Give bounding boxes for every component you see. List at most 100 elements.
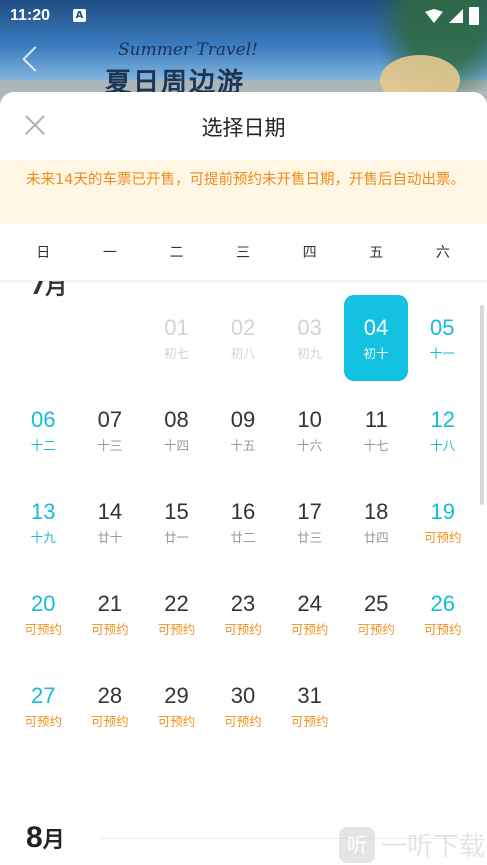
signal-icon bbox=[449, 9, 463, 23]
watermark: 听 一听下载 bbox=[338, 826, 485, 863]
day-subtext: 可预约 bbox=[224, 714, 262, 729]
day-subtext: 廿十 bbox=[97, 530, 123, 545]
calendar-day[interactable]: 15 廿一 bbox=[143, 479, 210, 567]
day-subtext: 十二 bbox=[30, 438, 56, 453]
day-number: 28 bbox=[97, 683, 123, 708]
day-number: 18 bbox=[363, 499, 389, 524]
calendar-day[interactable]: 29 可预约 bbox=[143, 663, 210, 751]
status-time: 11:20 bbox=[10, 7, 51, 24]
day-subtext: 可预约 bbox=[24, 622, 63, 637]
day-number: 10 bbox=[297, 407, 322, 432]
calendar-day[interactable]: 09 十五 bbox=[210, 387, 277, 475]
day-number: 29 bbox=[164, 683, 189, 708]
calendar-day[interactable]: 11 十七 bbox=[343, 387, 410, 475]
calendar-day[interactable]: 12 十八 bbox=[409, 387, 476, 475]
status-bar: 11:20 A bbox=[0, 0, 487, 32]
calendar-day[interactable]: 24 可预约 bbox=[276, 571, 343, 659]
calendar-day[interactable]: 26 可预约 bbox=[409, 571, 476, 659]
calendar-week-row: 20 可预约 21 可预约 22 可预约 23 可预约 24 可预约 25 可预约 26 可预约 bbox=[10, 571, 476, 663]
calendar-day[interactable]: 23 可预约 bbox=[210, 571, 277, 659]
day-number: 07 bbox=[97, 407, 123, 432]
calendar-day[interactable]: 28 可预约 bbox=[77, 663, 144, 751]
calendar-scroll[interactable]: 7月 01 初七 02 初八 03 初九 04 初十 05 十一 06 十二 07 十三 08 十四 09 十五 1… bbox=[0, 281, 487, 865]
day-subtext: 十三 bbox=[97, 438, 123, 453]
weekday-label: 四 bbox=[302, 245, 317, 261]
calendar-day[interactable]: 31 可预约 bbox=[276, 663, 343, 751]
calendar-day[interactable]: 06 十二 bbox=[10, 387, 77, 475]
day-subtext: 十六 bbox=[297, 438, 323, 453]
day-subtext: 可预约 bbox=[91, 622, 129, 637]
calendar-day[interactable]: 13 十九 bbox=[10, 479, 77, 567]
day-subtext: 初九 bbox=[297, 346, 323, 361]
weekday-label: 六 bbox=[435, 245, 450, 261]
scrollbar[interactable] bbox=[480, 305, 484, 505]
day-number: 05 bbox=[430, 315, 455, 340]
calendar-day[interactable]: 10 十六 bbox=[276, 387, 343, 475]
sheet-title: 选择日期 bbox=[201, 116, 286, 140]
calendar-day[interactable]: 08 十四 bbox=[143, 387, 210, 475]
day-subtext: 廿四 bbox=[363, 530, 389, 545]
calendar-day[interactable]: 17 廿三 bbox=[276, 479, 343, 567]
calendar-day[interactable]: 18 廿四 bbox=[343, 479, 410, 567]
calendar-week-row: 27 可预约 28 可预约 29 可预约 30 可预约 31 可预约 bbox=[10, 663, 476, 755]
day-number: 23 bbox=[230, 591, 256, 616]
calendar-day[interactable]: 07 十三 bbox=[77, 387, 144, 475]
calendar-day[interactable]: 20 可预约 bbox=[10, 571, 77, 659]
day-number: 13 bbox=[31, 499, 56, 524]
calendar-day[interactable]: 25 可预约 bbox=[343, 571, 410, 659]
day-subtext: 可预约 bbox=[224, 622, 262, 637]
day-number: 09 bbox=[230, 407, 256, 432]
calendar-day: 03 初九 bbox=[276, 295, 343, 383]
day-number: 12 bbox=[430, 407, 455, 432]
calendar-day[interactable]: 14 廿十 bbox=[77, 479, 144, 567]
calendar-day-selected[interactable]: 04 初十 bbox=[343, 295, 408, 381]
day-number: 03 bbox=[297, 315, 322, 340]
calendar-day[interactable]: 16 廿二 bbox=[210, 479, 277, 567]
day-number: 16 bbox=[230, 499, 256, 524]
day-subtext: 廿二 bbox=[230, 530, 256, 545]
day-number: 04 bbox=[363, 315, 389, 340]
calendar-day[interactable]: 27 可预约 bbox=[10, 663, 77, 751]
calendar-empty-cell bbox=[409, 663, 476, 751]
weekday-header: 日一二三四五六 bbox=[0, 224, 487, 281]
calendar-day[interactable]: 30 可预约 bbox=[210, 663, 277, 751]
sheet-header: 选择日期 bbox=[0, 92, 487, 160]
day-subtext: 可预约 bbox=[290, 622, 329, 637]
calendar-day[interactable]: 21 可预约 bbox=[77, 571, 144, 659]
back-chevron-icon[interactable] bbox=[22, 46, 48, 72]
battery-icon bbox=[469, 7, 479, 25]
day-number: 31 bbox=[297, 683, 322, 708]
watermark-logo: 听 bbox=[338, 826, 375, 863]
weekday-label: 三 bbox=[236, 245, 251, 261]
day-number: 26 bbox=[430, 591, 455, 616]
day-number: 08 bbox=[164, 407, 189, 432]
day-subtext: 十五 bbox=[230, 438, 256, 453]
day-number: 11 bbox=[364, 407, 388, 432]
wifi-icon bbox=[425, 9, 443, 23]
day-subtext: 初七 bbox=[163, 346, 189, 361]
next-month-suffix: 月 bbox=[42, 827, 65, 852]
calendar-week-row: 13 十九 14 廿十 15 廿一 16 廿二 17 廿三 18 廿四 19 可预约 bbox=[10, 479, 476, 571]
day-number: 30 bbox=[230, 683, 256, 708]
date-picker-sheet: 选择日期 未来14天的车票已开售，可提前预约未开售日期，开售后自动出票。 日 一 二… bbox=[0, 92, 487, 865]
day-subtext: 可预约 bbox=[424, 530, 462, 545]
calendar-grid: 01 初七 02 初八 03 初九 04 初十 05 十一 06 十二 07 十三 08 十四 09 十五 10 十六… bbox=[10, 295, 476, 755]
calendar-empty-cell bbox=[77, 295, 144, 383]
next-month-number: 8 bbox=[26, 821, 43, 854]
day-number: 20 bbox=[31, 591, 56, 616]
calendar-day[interactable]: 05 十一 bbox=[409, 295, 476, 383]
calendar-day[interactable]: 19 可预约 bbox=[409, 479, 476, 567]
calendar-day[interactable]: 22 可预约 bbox=[143, 571, 210, 659]
calendar-empty-cell bbox=[10, 295, 77, 383]
day-subtext: 十七 bbox=[363, 438, 389, 453]
day-number: 25 bbox=[363, 591, 389, 616]
day-subtext: 廿一 bbox=[163, 530, 189, 545]
weekday-label: 五 bbox=[369, 245, 384, 261]
day-number: 22 bbox=[164, 591, 189, 616]
day-subtext: 十四 bbox=[163, 438, 189, 453]
day-number: 14 bbox=[97, 499, 123, 524]
day-number: 21 bbox=[97, 591, 123, 616]
day-number: 19 bbox=[430, 499, 455, 524]
day-subtext: 十一 bbox=[429, 346, 455, 361]
day-subtext: 可预约 bbox=[424, 622, 462, 637]
